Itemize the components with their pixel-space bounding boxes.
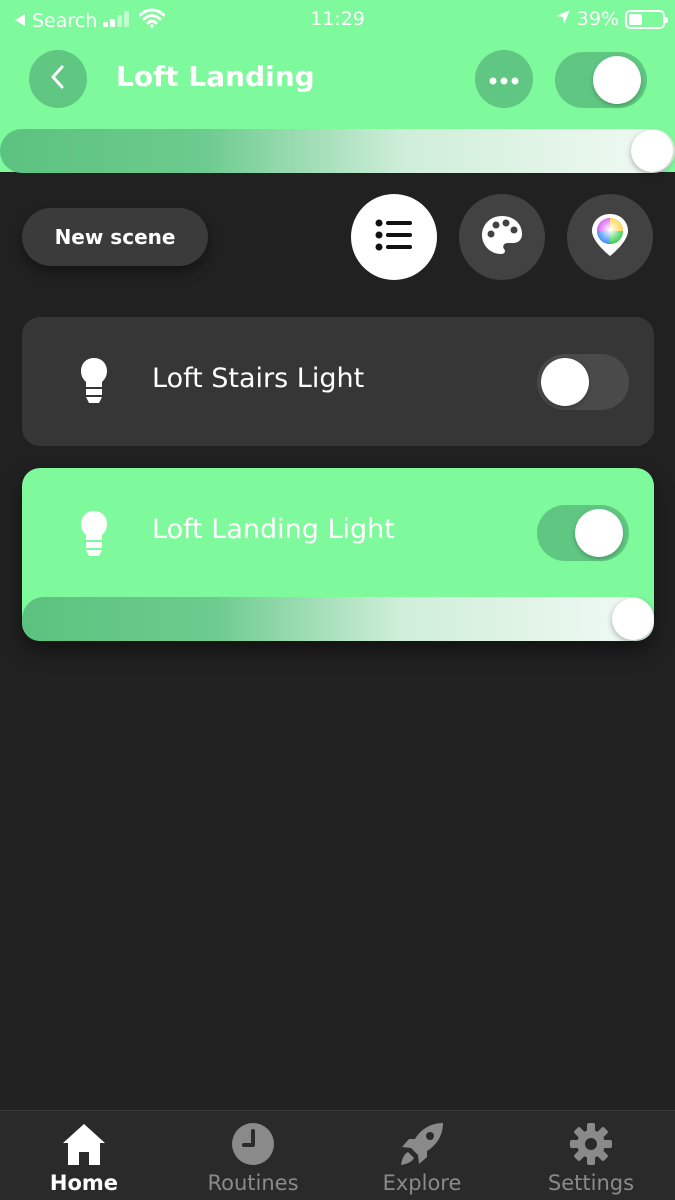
toggle-knob bbox=[593, 56, 641, 104]
slider-handle[interactable] bbox=[631, 130, 673, 172]
more-options-button[interactable] bbox=[475, 50, 533, 108]
location-arrow-icon bbox=[555, 8, 571, 30]
room-header: Search 11:29 39% Loft Landing bbox=[0, 0, 675, 173]
palette-icon bbox=[480, 214, 524, 260]
nav-label: Explore bbox=[382, 1171, 462, 1195]
status-right: 39% bbox=[555, 8, 668, 30]
light-card-loft-stairs[interactable]: Loft Stairs Light bbox=[22, 317, 654, 446]
room-power-toggle[interactable] bbox=[555, 52, 647, 108]
home-icon bbox=[61, 1121, 107, 1167]
bulb-icon bbox=[80, 510, 108, 558]
toggle-knob bbox=[575, 509, 623, 557]
light-name: Loft Stairs Light bbox=[152, 363, 365, 394]
palette-button[interactable] bbox=[459, 194, 545, 280]
slider-handle[interactable] bbox=[612, 598, 654, 640]
room-brightness-slider[interactable] bbox=[0, 129, 675, 173]
gear-icon bbox=[568, 1121, 614, 1167]
light-card-loft-landing[interactable]: Loft Landing Light bbox=[22, 468, 654, 641]
nav-label: Routines bbox=[207, 1171, 299, 1195]
chevron-left-icon bbox=[50, 65, 66, 93]
bulb-icon bbox=[80, 357, 108, 405]
battery-percent: 39% bbox=[576, 8, 619, 30]
rocket-icon bbox=[399, 1121, 445, 1167]
light-power-toggle[interactable] bbox=[537, 505, 629, 561]
color-picker-icon bbox=[590, 212, 630, 262]
clock-icon bbox=[230, 1121, 276, 1167]
nav-home[interactable]: Home bbox=[0, 1111, 168, 1200]
nav-label: Settings bbox=[547, 1171, 635, 1195]
back-button[interactable] bbox=[29, 50, 87, 108]
battery-icon bbox=[625, 9, 668, 29]
light-power-toggle[interactable] bbox=[537, 354, 629, 410]
ellipsis-icon bbox=[489, 70, 519, 89]
bottom-nav: Home Routines Explore Settings bbox=[0, 1110, 675, 1200]
nav-label: Home bbox=[49, 1171, 119, 1195]
toggle-knob bbox=[541, 358, 589, 406]
nav-routines[interactable]: Routines bbox=[169, 1111, 337, 1200]
light-name: Loft Landing Light bbox=[152, 514, 395, 545]
light-brightness-slider[interactable] bbox=[22, 597, 654, 641]
new-scene-button[interactable]: New scene bbox=[22, 208, 208, 266]
list-view-button[interactable] bbox=[351, 194, 437, 280]
status-bar: Search 11:29 39% bbox=[0, 0, 675, 38]
page-title: Loft Landing bbox=[116, 60, 315, 93]
nav-explore[interactable]: Explore bbox=[338, 1111, 506, 1200]
color-picker-button[interactable] bbox=[567, 194, 653, 280]
nav-settings[interactable]: Settings bbox=[507, 1111, 675, 1200]
list-icon bbox=[375, 219, 413, 255]
